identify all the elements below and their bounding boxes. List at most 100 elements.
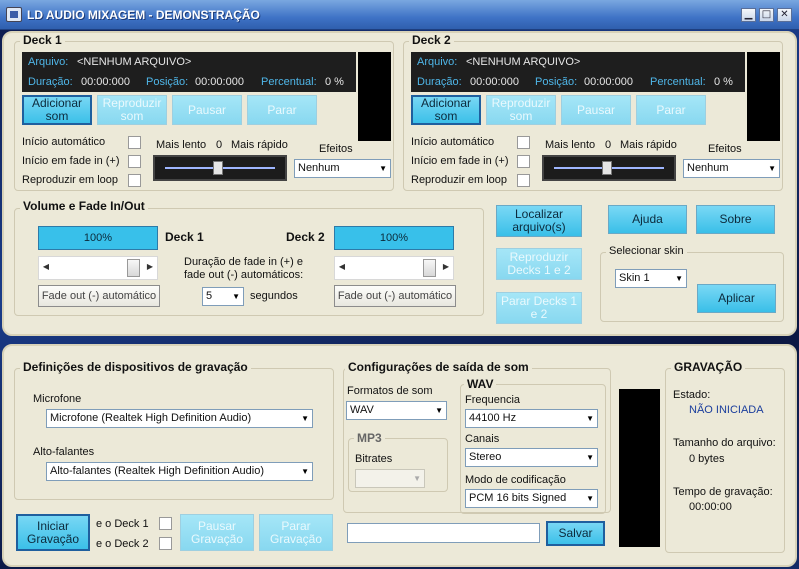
deck1-loop-checkbox[interactable] [128,174,141,187]
deck2-volume-slider[interactable]: ◀ ▶ [334,256,454,280]
deck2-duration-label: Duração: [417,76,462,88]
deck1-add-sound-button[interactable]: Adicionar som [22,95,92,125]
deck2-volume-thumb[interactable] [423,259,436,277]
chevron-down-icon: ▼ [586,494,594,503]
fade-seconds-value: 5 [206,290,213,302]
deck1-position-value: 00:00:000 [195,76,244,88]
deck1-slower-label: Mais lento [156,139,207,151]
minimize-button[interactable]: ▁ [741,8,756,22]
deck2-info-panel: Arquivo: <NENHUM ARQUIVO> Duração: 00:00… [411,52,745,92]
help-button[interactable]: Ajuda [608,205,687,234]
save-button[interactable]: Salvar [546,521,605,546]
volume-title: Volume e Fade In/Out [20,199,148,213]
speakers-select[interactable]: Alto-falantes (Realtek High Definition A… [46,462,313,481]
deck1-volume-slider[interactable]: ◀ ▶ [38,256,158,280]
deck2-file-label: Arquivo: [417,56,458,68]
play-both-decks-button[interactable]: Reproduzir Decks 1 e 2 [496,248,582,280]
deck1-faster-label: Mais rápido [231,139,288,151]
skin-label: Selecionar skin [606,245,687,257]
deck1-fade-out-button[interactable]: Fade out (-) automático [38,285,160,307]
pause-recording-button[interactable]: Pausar Gravação [180,514,254,551]
codec-select[interactable]: PCM 16 bits Signed ▼ [465,489,598,508]
deck1-effects-select[interactable]: Nenhum ▼ [294,159,391,178]
chevron-down-icon: ▼ [435,406,443,415]
format-value: WAV [350,404,374,416]
file-size-label: Tamanho do arquivo: [673,437,776,449]
microphone-select[interactable]: Microfone (Realtek High Definition Audio… [46,409,313,428]
stop-both-decks-button[interactable]: Parar Decks 1 e 2 [496,292,582,324]
deck1-fade-start-checkbox[interactable] [128,155,141,168]
deck1-auto-start-checkbox[interactable] [128,136,141,149]
skin-select[interactable]: Skin 1 ▼ [615,269,687,288]
deck2-fade-start-checkbox[interactable] [517,155,530,168]
deck2-loop-checkbox[interactable] [517,174,530,187]
deck1-title: Deck 1 [20,33,65,47]
devices-title: Definições de dispositivos de gravação [20,360,251,374]
deck2-speed-knob[interactable] [602,161,612,175]
speakers-value: Alto-falantes (Realtek High Definition A… [50,465,265,477]
deck2-add-sound-button[interactable]: Adicionar som [411,95,481,125]
deck2-title: Deck 2 [409,33,454,47]
channels-label: Canais [465,433,500,445]
deck2-speed-slider[interactable] [542,155,676,181]
channels-select[interactable]: Stereo ▼ [465,448,598,467]
skin-value: Skin 1 [619,272,650,284]
stop-recording-button[interactable]: Parar Gravação [259,514,333,551]
deck2-speed-value: 0 [605,139,612,151]
output-title: Configurações de saída de som [345,360,532,374]
chevron-left-icon[interactable]: ◀ [335,257,349,279]
chevron-down-icon: ▼ [379,164,387,173]
chevron-down-icon: ▼ [586,414,594,423]
bitrate-select[interactable]: ▼ [355,469,425,488]
deck2-percent-label: Percentual: [650,76,706,88]
locate-files-button[interactable]: Localizar arquivo(s) [496,205,582,237]
deck1-play-button[interactable]: Reproduzir som [97,95,167,125]
chevron-right-icon[interactable]: ▶ [143,257,157,279]
chevron-down-icon: ▼ [232,292,240,301]
format-select[interactable]: WAV ▼ [346,401,447,420]
fade-duration-label: Duração de fade in (+) e fade out (-) au… [184,256,304,281]
about-button[interactable]: Sobre [696,205,775,234]
close-button[interactable]: ✕ [777,8,792,22]
deck2-fade-out-button[interactable]: Fade out (-) automático [334,285,456,307]
deck2-stop-button[interactable]: Parar [636,95,706,125]
deck2-auto-start-label: Início automático [411,136,495,148]
deck1-volume-level: 100% [38,226,158,250]
frequency-value: 44100 Hz [469,412,517,424]
deck2-play-button[interactable]: Reproduzir som [486,95,556,125]
deck1-speed-knob[interactable] [213,161,223,175]
file-size-value: 0 bytes [689,453,725,465]
deck1-effects-value: Nenhum [298,162,340,174]
deck1-duration-label: Duração: [28,76,73,88]
frequency-label: Frequencia [465,394,521,406]
maximize-button[interactable]: □ [759,8,774,22]
deck2-faster-label: Mais rápido [620,139,677,151]
deck2-pause-button[interactable]: Pausar [561,95,631,125]
state-label: Estado: [673,389,711,401]
record-deck1-label: e o Deck 1 [96,518,149,530]
deck2-loop-label: Reproduzir em loop [411,174,507,186]
record-time-value: 00:00:00 [689,501,732,513]
deck2-effects-select[interactable]: Nenhum ▼ [683,159,780,178]
deck1-position-label: Posição: [146,76,189,88]
deck1-speed-slider[interactable] [153,155,287,181]
deck1-stop-button[interactable]: Parar [247,95,317,125]
chevron-left-icon[interactable]: ◀ [39,257,53,279]
frequency-select[interactable]: 44100 Hz ▼ [465,409,598,428]
chevron-right-icon[interactable]: ▶ [439,257,453,279]
record-deck2-checkbox[interactable] [159,537,172,550]
chevron-down-icon: ▼ [301,467,309,476]
apply-skin-button[interactable]: Aplicar [697,284,776,313]
deck1-volume-thumb[interactable] [127,259,140,277]
save-path-input[interactable] [347,523,540,543]
deck1-percent-value: 0 % [325,76,344,88]
fade-seconds-select[interactable]: 5 ▼ [202,287,244,306]
recording-title: GRAVAÇÃO [671,360,746,374]
deck1-pause-button[interactable]: Pausar [172,95,242,125]
start-recording-button[interactable]: Iniciar Gravação [16,514,90,551]
record-deck1-checkbox[interactable] [159,517,172,530]
deck2-effects-value: Nenhum [687,162,729,174]
deck2-auto-start-checkbox[interactable] [517,136,530,149]
deck1-info-panel: Arquivo: <NENHUM ARQUIVO> Duração: 00:00… [22,52,356,92]
speakers-label: Alto-falantes [33,446,95,458]
